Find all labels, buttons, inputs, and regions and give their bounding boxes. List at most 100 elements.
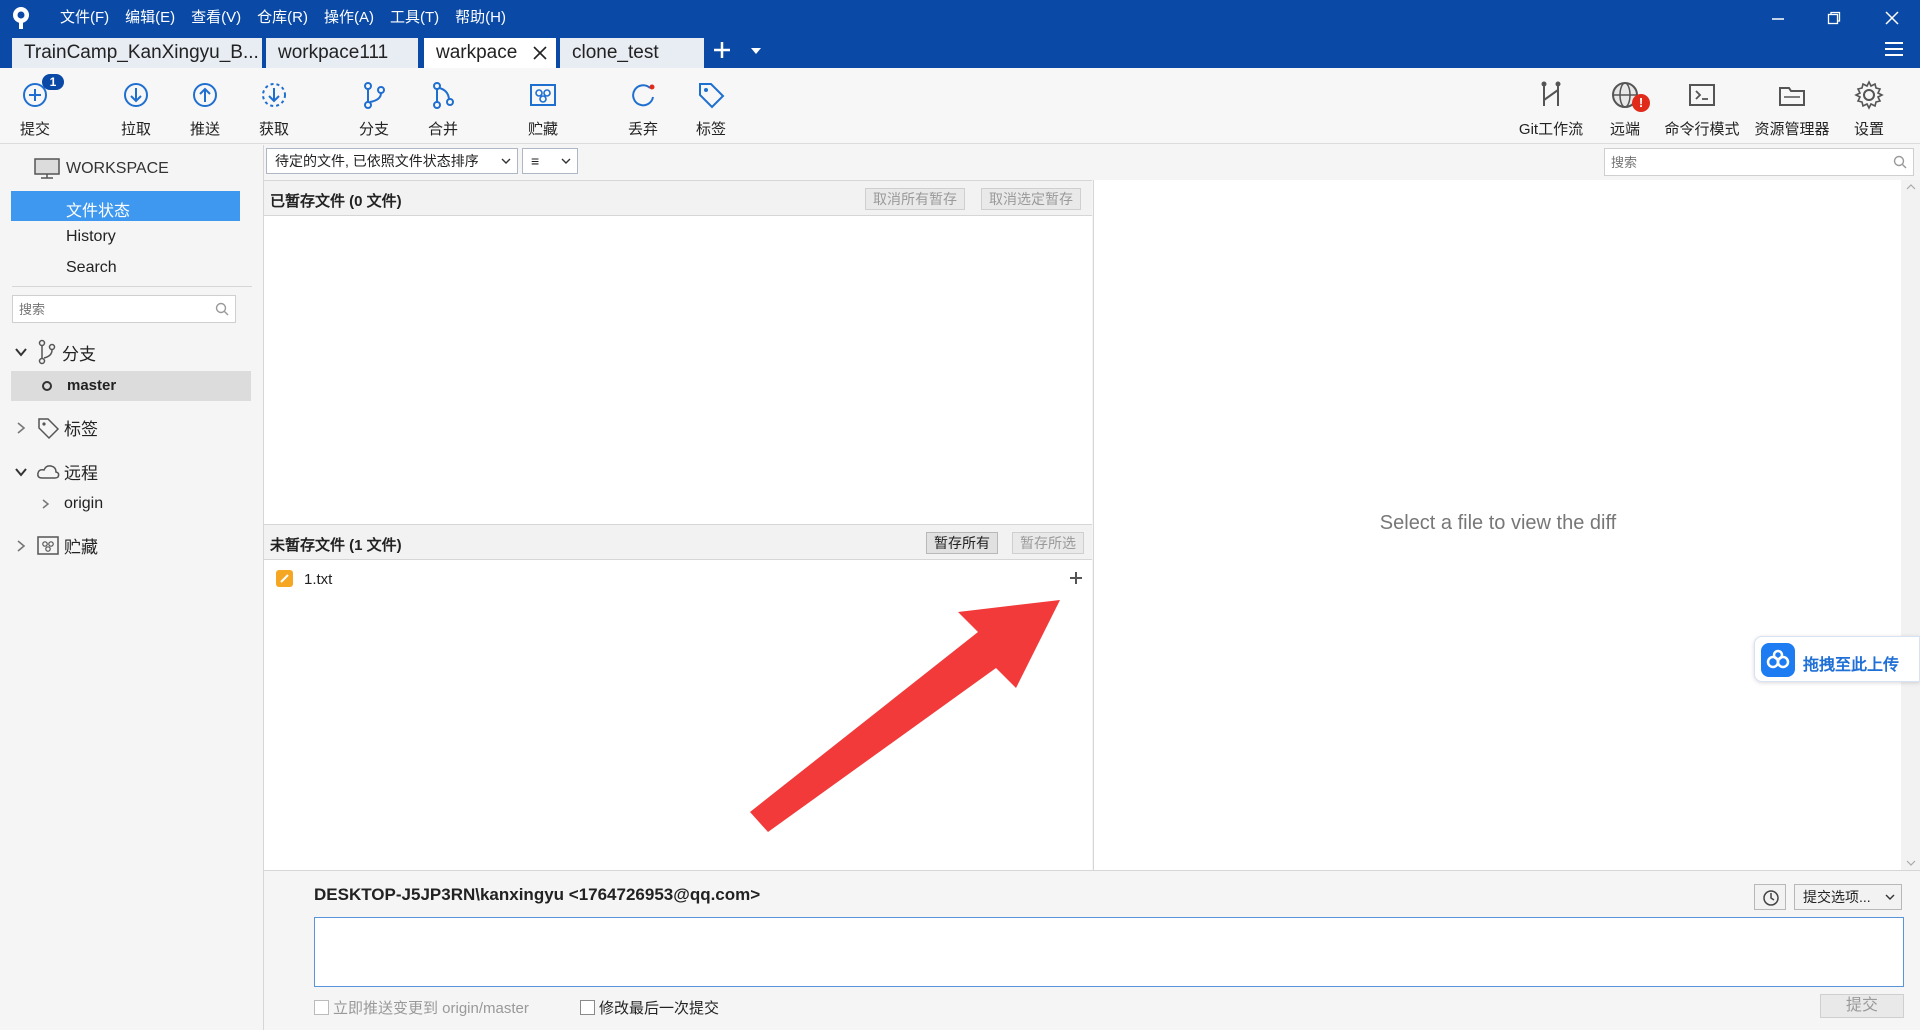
hamburger-menu-button[interactable] (1884, 40, 1904, 58)
menu-view[interactable]: 查看(V) (183, 0, 249, 36)
sidebar-group-tags[interactable]: 标签 (14, 415, 98, 440)
stage-selected-button[interactable]: 暂存所选 (1012, 532, 1084, 554)
add-tab-button[interactable] (712, 40, 732, 60)
push-immediately-checkbox[interactable]: 立即推送变更到 origin/master (314, 997, 529, 1018)
unstage-all-button[interactable]: 取消所有暂存 (865, 188, 965, 210)
remotes-label: 远程 (64, 464, 98, 483)
tab-close-icon[interactable] (532, 45, 548, 61)
chevron-down-icon (561, 158, 571, 164)
menu-file[interactable]: 文件(F) (52, 0, 117, 36)
tab-list-dropdown[interactable] (750, 47, 762, 55)
gitflow-icon (1536, 80, 1566, 110)
file-search-input[interactable] (1605, 149, 1885, 175)
minimize-icon (1772, 18, 1784, 20)
monitor-icon (34, 158, 60, 179)
unstage-selected-button[interactable]: 取消选定暂存 (981, 188, 1081, 210)
tab-warkpace[interactable]: warkpace (424, 38, 556, 68)
remote-button[interactable]: ! 远端 (1592, 68, 1658, 144)
amend-checkbox[interactable]: 修改最后一次提交 (580, 997, 719, 1018)
unstaged-file-list: 1.txt (264, 560, 1092, 870)
search-icon (1893, 155, 1907, 169)
commit-message-input[interactable] (314, 917, 1904, 987)
branches-label: 分支 (62, 344, 96, 364)
tab-workpace111[interactable]: workpace111 (266, 38, 418, 68)
explorer-button[interactable]: 资源管理器 (1752, 68, 1832, 144)
merge-button[interactable]: 合并 (410, 68, 476, 144)
tab-label: clone_test (572, 42, 659, 63)
sidebar-divider (12, 286, 252, 287)
stage-all-button[interactable]: 暂存所有 (926, 532, 998, 554)
sidebar-group-branches[interactable]: 分支 (14, 339, 96, 365)
menu-tools[interactable]: 工具(T) (382, 0, 447, 36)
checkbox-box (580, 1000, 595, 1015)
file-search-box (1604, 148, 1914, 176)
remote-label: 远端 (1609, 121, 1640, 138)
terminal-icon (1687, 80, 1717, 110)
gitflow-button[interactable]: Git工作流 (1517, 68, 1585, 144)
sidebar-item-origin[interactable]: origin (40, 495, 103, 513)
discard-button[interactable]: 丢弃 (610, 68, 676, 144)
chevron-right-icon (17, 421, 26, 434)
sidebar-item-file-status[interactable]: 文件状态 (11, 191, 240, 221)
tab-traincamp[interactable]: TrainCamp_KanXingyu_B... (12, 38, 262, 68)
workspace-header: WORKSPACE (34, 158, 169, 180)
commit-options-dropdown[interactable]: 提交选项... (1794, 884, 1902, 910)
diff-pane: Select a file to view the diff (1093, 180, 1901, 870)
file-sort-dropdown[interactable]: 待定的文件, 已依照文件状态排序 (266, 148, 518, 174)
stash-icon (528, 80, 558, 110)
commit-button[interactable]: 1 提交 (2, 68, 68, 144)
settings-button[interactable]: 设置 (1836, 68, 1902, 144)
terminal-button[interactable]: 命令行模式 (1662, 68, 1742, 144)
terminal-label: 命令行模式 (1664, 121, 1740, 138)
branch-button[interactable]: 分支 (341, 68, 407, 144)
tab-label: workpace111 (278, 42, 389, 63)
commit-area: DESKTOP-J5JP3RN\kanxingyu <1764726953@qq… (264, 870, 1920, 1030)
sourcetree-logo-icon (10, 6, 32, 30)
sort-label: 待定的文件, 已依照文件状态排序 (275, 153, 479, 169)
commit-history-button[interactable] (1754, 884, 1786, 910)
sidebar-item-master[interactable]: master (11, 371, 251, 401)
title-bar: 文件(F) 编辑(E) 查看(V) 仓库(R) 操作(A) 工具(T) 帮助(H… (0, 0, 1920, 36)
sidebar-search-box (12, 295, 236, 323)
close-window-button[interactable] (1866, 0, 1918, 36)
restore-button[interactable] (1808, 0, 1860, 36)
menu-actions[interactable]: 操作(A) (316, 0, 382, 36)
chevron-down-icon (15, 348, 27, 357)
sidebar-group-remotes[interactable]: 远程 (14, 459, 98, 484)
tab-clone-test[interactable]: clone_test (560, 38, 704, 68)
chevron-down-icon (1885, 894, 1895, 900)
amend-label: 修改最后一次提交 (599, 1000, 720, 1017)
tags-label: 标签 (64, 420, 98, 439)
stage-file-plus-icon[interactable] (1068, 570, 1084, 586)
stash-button[interactable]: 贮藏 (510, 68, 576, 144)
close-icon (1885, 11, 1899, 25)
minimize-button[interactable] (1752, 0, 1804, 36)
pull-button[interactable]: 拉取 (103, 68, 169, 144)
modified-file-icon (276, 570, 293, 587)
chevron-right-icon (42, 499, 50, 509)
push-label: 推送 (189, 121, 220, 138)
sidebar-search-input[interactable] (13, 296, 203, 322)
checkbox-box (314, 1000, 329, 1015)
chevron-down-icon (501, 158, 511, 164)
drag-upload-widget[interactable]: 拖拽至此上传 (1754, 636, 1920, 682)
menu-edit[interactable]: 编辑(E) (117, 0, 183, 36)
scroll-up-icon (1906, 184, 1916, 190)
view-mode-dropdown[interactable]: ≡ (522, 148, 578, 174)
sidebar-group-stashes[interactable]: 贮藏 (14, 533, 98, 558)
tab-label: warkpace (436, 42, 518, 63)
tag-button[interactable]: 标签 (678, 68, 744, 144)
fetch-button[interactable]: 获取 (241, 68, 307, 144)
menu-repository[interactable]: 仓库(R) (249, 0, 316, 36)
diff-scrollbar[interactable] (1901, 180, 1920, 870)
file-status-label: 文件状态 (66, 203, 131, 220)
file-name: 1.txt (304, 571, 333, 588)
menu-help[interactable]: 帮助(H) (447, 0, 514, 36)
sidebar-item-search[interactable]: Search (66, 259, 117, 277)
push-button[interactable]: 推送 (172, 68, 238, 144)
commit-submit-button[interactable]: 提交 (1820, 994, 1904, 1018)
fetch-label: 获取 (258, 121, 289, 138)
stashes-label: 贮藏 (64, 538, 98, 557)
sidebar-item-history[interactable]: History (66, 228, 116, 246)
file-row-1txt[interactable]: 1.txt (264, 564, 1092, 592)
